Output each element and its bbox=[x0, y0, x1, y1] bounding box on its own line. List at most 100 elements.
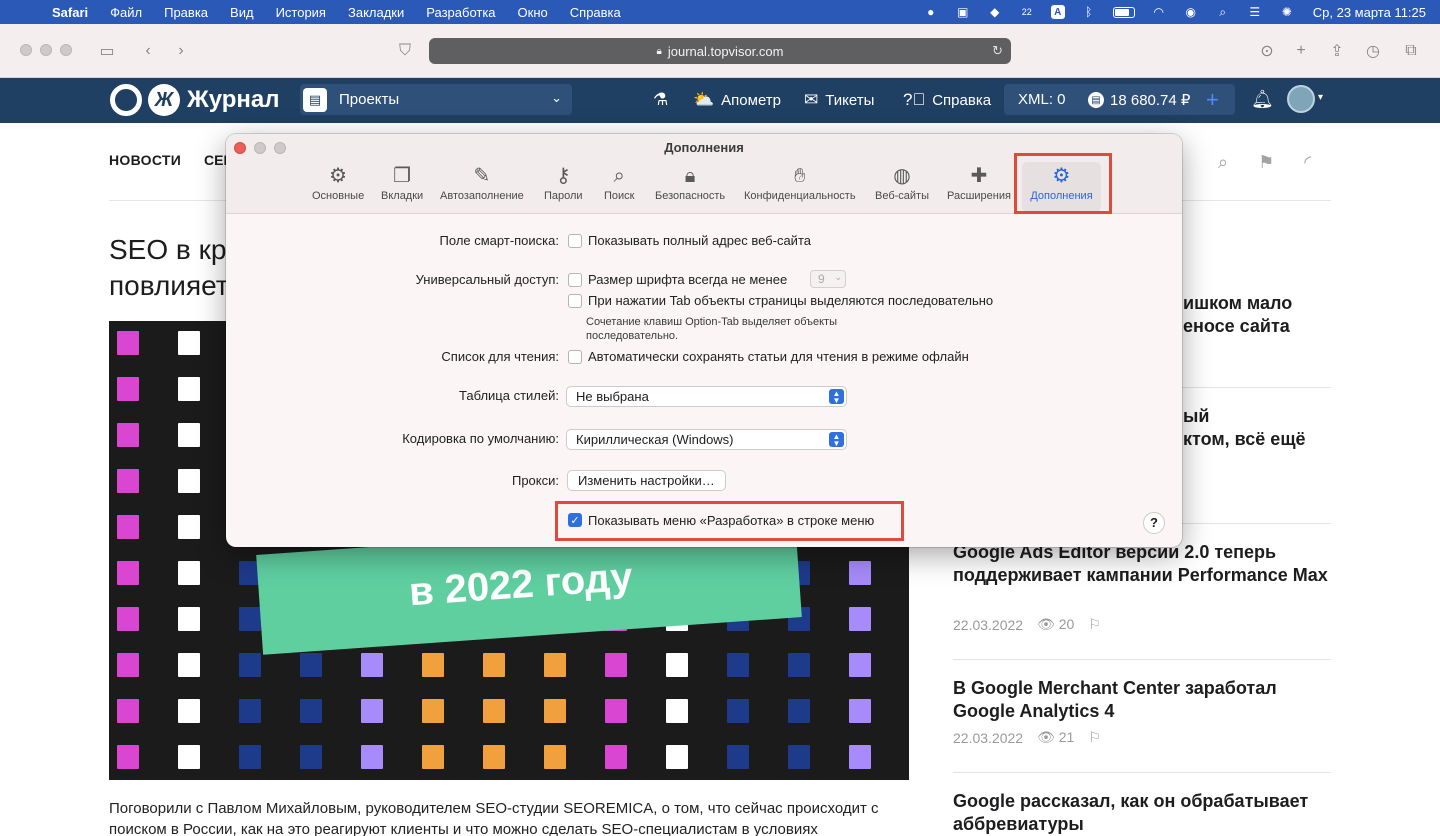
downloads-icon[interactable]: ⊙ bbox=[1256, 40, 1278, 62]
hero-tile bbox=[170, 459, 231, 505]
xml-counter[interactable]: XML: 0 bbox=[1018, 91, 1066, 108]
balance-amount[interactable]: 18 680.74 ₽ bbox=[1110, 91, 1190, 109]
help-label: Справка bbox=[932, 91, 992, 109]
help-link[interactable]: ?⃝ Справка bbox=[903, 90, 991, 110]
tab-autofill[interactable]: ✎ Автозаполнение bbox=[440, 162, 524, 212]
tab-tabs[interactable]: ❐ Вкладки bbox=[381, 162, 423, 212]
menu-edit[interactable]: Правка bbox=[164, 5, 208, 20]
sidebar-news-4[interactable]: В Google Merchant Center заработал Googl… bbox=[953, 677, 1331, 723]
rss-icon[interactable]: ◜ bbox=[1304, 152, 1311, 173]
min-font-size-select[interactable]: 9 ⌄ bbox=[810, 270, 846, 288]
weather-icon: ⛅ bbox=[693, 90, 715, 109]
tickets-link[interactable]: ✉ Тикеты bbox=[804, 90, 874, 110]
address-bar[interactable]: 🔒︎ journal.topvisor.com ↻ bbox=[429, 38, 1011, 64]
full-address-label[interactable]: Показывать полный адрес веб-сайта bbox=[588, 233, 811, 248]
new-tab-icon[interactable]: + bbox=[1290, 40, 1312, 62]
tab-extensions[interactable]: ✚ Расширения bbox=[947, 162, 1011, 212]
reload-icon[interactable]: ↻ bbox=[992, 43, 1003, 59]
privacy-shield-icon[interactable]: ⛉ bbox=[394, 40, 416, 62]
change-proxy-button[interactable]: Изменить настройки… bbox=[567, 470, 726, 491]
highlight-develop-option bbox=[555, 501, 904, 541]
full-address-checkbox[interactable] bbox=[568, 234, 582, 248]
tab-general[interactable]: ⚙ Основные bbox=[312, 162, 364, 212]
nav-news[interactable]: НОВОСТИ bbox=[109, 152, 181, 168]
menu-bookmarks[interactable]: Закладки bbox=[348, 5, 404, 20]
tab-highlight-label[interactable]: При нажатии Tab объекты страницы выделяю… bbox=[588, 293, 993, 308]
sidebar-news-1[interactable]: ишком мало еносе сайта bbox=[1183, 292, 1333, 338]
menu-view[interactable]: Вид bbox=[230, 5, 254, 20]
hero-tile bbox=[170, 321, 231, 367]
min-font-size-checkbox[interactable] bbox=[568, 273, 582, 287]
minimize-window-button[interactable] bbox=[40, 44, 52, 56]
menubar-clock[interactable]: Ср, 23 марта 11:25 bbox=[1313, 5, 1426, 20]
bookmark-icon[interactable]: ⚐ bbox=[1088, 616, 1101, 633]
control-center-icon[interactable]: ☰ bbox=[1247, 5, 1263, 19]
close-window-button[interactable] bbox=[20, 44, 32, 56]
input-source-icon[interactable]: A bbox=[1050, 5, 1065, 19]
hero-tile bbox=[536, 689, 597, 735]
spotlight-icon[interactable]: ⌕ bbox=[1215, 5, 1231, 19]
bell-icon[interactable]: 🔔︎ bbox=[1251, 89, 1274, 110]
sidebar-news-2[interactable]: ый ктом, всё ещё bbox=[1183, 405, 1333, 451]
siri-icon[interactable]: ✺ bbox=[1279, 5, 1295, 19]
offline-reading-checkbox[interactable] bbox=[568, 350, 582, 364]
hero-tile bbox=[719, 643, 780, 689]
site-logo-text[interactable]: Журнал bbox=[187, 86, 279, 114]
bookmark-icon[interactable]: ⚑ bbox=[1258, 152, 1274, 173]
add-funds-icon[interactable]: + bbox=[1206, 87, 1219, 113]
notification-count-icon[interactable]: 22 bbox=[1019, 5, 1035, 19]
tab-websites[interactable]: ◍ Веб-сайты bbox=[875, 162, 929, 212]
menu-help[interactable]: Справка bbox=[570, 5, 621, 20]
wifi-icon[interactable]: ◠ bbox=[1151, 5, 1167, 19]
sidebar-news-3[interactable]: Google Ads Editor версии 2.0 теперь подд… bbox=[953, 541, 1331, 587]
camera-icon[interactable]: ▣ bbox=[955, 5, 971, 19]
caret-down-icon[interactable]: ▾ bbox=[1318, 92, 1323, 103]
help-button[interactable]: ? bbox=[1143, 512, 1165, 534]
updown-arrows-icon: ▲ ▼ bbox=[829, 389, 844, 405]
tab-label: Автозаполнение bbox=[440, 190, 524, 202]
menu-file[interactable]: Файл bbox=[110, 5, 142, 20]
projects-dropdown[interactable]: ▤ Проекты ⌄ bbox=[300, 84, 572, 115]
encoding-value: Кириллическая (Windows) bbox=[576, 432, 734, 447]
hero-tile bbox=[231, 735, 292, 780]
avatar[interactable] bbox=[1287, 85, 1315, 113]
tab-security[interactable]: 🔒︎ Безопасность bbox=[655, 162, 725, 212]
hero-tile bbox=[475, 643, 536, 689]
hero-tile bbox=[353, 643, 414, 689]
user-icon[interactable]: ◉ bbox=[1183, 5, 1199, 19]
hero-tile bbox=[658, 735, 719, 780]
sidebar-news-5[interactable]: Google рассказал, как он обрабатывает аб… bbox=[953, 790, 1331, 836]
journal-logo-icon[interactable]: Ж bbox=[148, 84, 180, 116]
min-font-size-label[interactable]: Размер шрифта всегда не менее bbox=[588, 272, 787, 287]
forward-icon[interactable]: › bbox=[170, 40, 192, 62]
bookmark-icon[interactable]: ⚐ bbox=[1088, 729, 1101, 746]
apometr-link[interactable]: ⛅ Апометр bbox=[693, 90, 781, 110]
back-icon[interactable]: ‹ bbox=[137, 40, 159, 62]
autofill-icon: ✎ bbox=[473, 165, 491, 187]
zoom-window-button[interactable] bbox=[60, 44, 72, 56]
bluetooth-icon[interactable]: ᛒ bbox=[1081, 5, 1097, 19]
menu-window[interactable]: Окно bbox=[518, 5, 548, 20]
share-icon[interactable]: ⇪ bbox=[1326, 40, 1348, 62]
encoding-select[interactable]: Кириллическая (Windows) ▲ ▼ bbox=[566, 429, 847, 450]
hero-tile bbox=[597, 735, 658, 780]
tab-privacy[interactable]: ✋︎ Конфиденциальность bbox=[744, 162, 856, 212]
sidebar-toggle-icon[interactable]: ▭ bbox=[96, 40, 118, 62]
tab-highlight-checkbox[interactable] bbox=[568, 294, 582, 308]
stylesheet-select[interactable]: Не выбрана ▲ ▼ bbox=[566, 386, 847, 407]
search-icon[interactable]: ⌕ bbox=[1218, 152, 1228, 173]
menu-app-name[interactable]: Safari bbox=[52, 5, 88, 20]
offline-reading-label[interactable]: Автоматически сохранять статьи для чтени… bbox=[588, 349, 969, 364]
tab-passwords[interactable]: ⚷ Пароли bbox=[544, 162, 583, 212]
tab-overview-icon[interactable]: ⧉ bbox=[1400, 40, 1422, 62]
lab-link[interactable]: ⚗ bbox=[653, 90, 668, 110]
topvisor-logo-icon[interactable] bbox=[110, 84, 142, 116]
history-icon[interactable]: ◷ bbox=[1362, 40, 1384, 62]
grammarly-icon[interactable]: ● bbox=[923, 5, 939, 19]
reading-list-label: Список для чтения: bbox=[441, 349, 559, 364]
battery-icon[interactable] bbox=[1112, 6, 1135, 18]
menu-develop[interactable]: Разработка bbox=[426, 5, 495, 20]
elephant-icon[interactable]: ◆ bbox=[987, 5, 1003, 19]
tab-search[interactable]: ⌕ Поиск bbox=[604, 162, 634, 212]
menu-history[interactable]: История bbox=[276, 5, 326, 20]
